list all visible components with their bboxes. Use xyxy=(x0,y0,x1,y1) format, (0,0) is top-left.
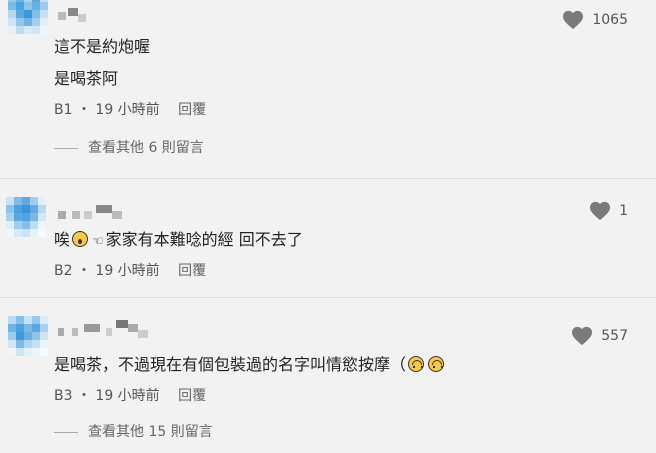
comment-b2: 1 唉 ☜ 家家有本難唸的經 回不去了 B2 ・ 19 小時前 回覆 xyxy=(0,179,656,297)
separator: ・ xyxy=(76,102,91,118)
timestamp: 19 小時前 xyxy=(95,263,160,279)
view-more-replies-link[interactable]: 查看其他 15 則留言 xyxy=(54,423,213,441)
heart-icon[interactable] xyxy=(589,201,611,221)
divider-dash xyxy=(54,147,78,149)
comment-text-part: 唉 xyxy=(54,230,71,249)
username-blurred[interactable] xyxy=(58,320,158,338)
timestamp: 19 小時前 xyxy=(95,102,160,118)
floor-label: B3 xyxy=(54,388,73,404)
username-blurred[interactable] xyxy=(58,8,98,24)
floor-label: B1 xyxy=(54,102,73,118)
avatar[interactable] xyxy=(8,316,48,356)
like-count[interactable]: 1065 xyxy=(562,10,628,30)
comment-text-part: 家家有本難唸的經 回不去了 xyxy=(105,230,303,249)
surprised-face-icon xyxy=(72,231,89,247)
avatar[interactable] xyxy=(8,0,48,34)
comment-text-line: 是喝茶阿 xyxy=(54,69,119,88)
like-count-value: 1065 xyxy=(592,12,628,28)
heart-icon[interactable] xyxy=(571,326,593,346)
upside-down-face-icon xyxy=(428,356,445,372)
comment-meta: B2 ・ 19 小時前 回覆 xyxy=(54,262,206,280)
avatar[interactable] xyxy=(6,197,46,237)
pointing-hand-icon: ☜ xyxy=(92,234,104,249)
like-count[interactable]: 1 xyxy=(589,201,628,221)
comment-meta: B3 ・ 19 小時前 回覆 xyxy=(54,387,206,405)
divider-dash xyxy=(54,431,78,433)
timestamp: 19 小時前 xyxy=(95,388,160,404)
reply-button[interactable]: 回覆 xyxy=(178,388,206,404)
view-more-replies-label: 查看其他 6 則留言 xyxy=(88,140,204,156)
separator: ・ xyxy=(76,388,91,404)
comment-b3: 557 是喝茶，不過現在有個包裝過的名字叫情慾按摩（ B3 ・ 19 小時前 回… xyxy=(0,298,656,453)
view-more-replies-label: 查看其他 15 則留言 xyxy=(88,424,213,440)
like-count-value: 557 xyxy=(601,328,628,344)
heart-icon[interactable] xyxy=(562,10,584,30)
comment-text-line: 是喝茶，不過現在有個包裝過的名字叫情慾按摩（ xyxy=(54,354,446,376)
comment-text-line: 這不是約炮喔 xyxy=(54,37,151,56)
comment-meta: B1 ・ 19 小時前 回覆 xyxy=(54,101,206,119)
floor-label: B2 xyxy=(54,263,73,279)
comment-text-part: 是喝茶，不過現在有個包裝過的名字叫情慾按摩（ xyxy=(54,355,407,374)
comment-b1: 1065 這不是約炮喔 是喝茶阿 B1 ・ 19 小時前 回覆 查看其他 6 則… xyxy=(0,0,656,178)
reply-button[interactable]: 回覆 xyxy=(178,102,206,118)
upside-down-face-icon xyxy=(408,356,425,372)
like-count-value: 1 xyxy=(619,203,628,219)
separator: ・ xyxy=(76,263,91,279)
view-more-replies-link[interactable]: 查看其他 6 則留言 xyxy=(54,139,204,157)
reply-button[interactable]: 回覆 xyxy=(178,263,206,279)
comment-text-line: 唉 ☜ 家家有本難唸的經 回不去了 xyxy=(54,229,303,253)
like-count[interactable]: 557 xyxy=(571,326,628,346)
username-blurred[interactable] xyxy=(58,205,128,221)
